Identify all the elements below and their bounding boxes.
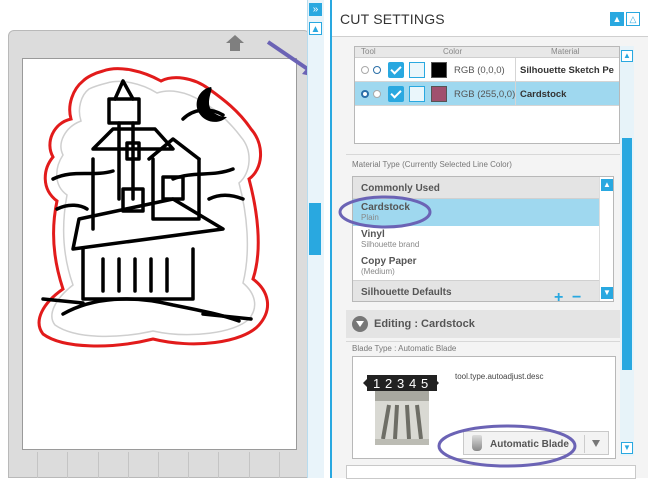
- media-page: [22, 58, 297, 450]
- list-item-vinyl[interactable]: Vinyl Silhouette brand: [353, 226, 613, 253]
- chevron-down-icon[interactable]: [592, 440, 600, 447]
- collapse-panel-icon[interactable]: »: [309, 3, 322, 16]
- chevron-down-icon[interactable]: [352, 316, 368, 332]
- group-commonly-used[interactable]: Commonly Used: [353, 177, 613, 199]
- line-color-table: Tool Color Material RGB (0,0,0) Silhouet…: [354, 46, 620, 144]
- panel-scrollbar[interactable]: ▲ ▼: [620, 46, 634, 456]
- col-material: Material: [551, 47, 580, 56]
- line-style-icon[interactable]: [409, 86, 425, 102]
- tool-radio-1[interactable]: [361, 66, 369, 74]
- col-color: Color: [443, 47, 463, 56]
- col-tool: Tool: [361, 47, 376, 56]
- table-header: Tool Color Material: [355, 47, 619, 58]
- material-list-scrollbar[interactable]: ▲ ▼: [599, 177, 613, 301]
- expand-icon[interactable]: ▲: [610, 12, 624, 26]
- workspace-scrollbar[interactable]: [309, 203, 321, 255]
- cut-settings-panel: CUT SETTINGS ▲ △ Tool Color Material RGB…: [330, 0, 648, 479]
- next-section: [346, 465, 636, 479]
- material-name: Cardstock: [520, 89, 567, 100]
- dial-number: 2: [385, 376, 392, 391]
- enable-checkbox[interactable]: [388, 62, 404, 78]
- color-swatch: [431, 62, 447, 78]
- panel-header: CUT SETTINGS ▲ △: [332, 0, 648, 37]
- scroll-down-icon[interactable]: ▼: [621, 442, 633, 454]
- haunted-house-design[interactable]: [23, 59, 298, 451]
- mat-ruler: [8, 452, 311, 478]
- blade-type-select[interactable]: Automatic Blade: [463, 431, 609, 455]
- blade-settings: 1 2 3 4 5 tool.type.autoadjust.desc Auto…: [352, 356, 616, 459]
- design-workspace[interactable]: [0, 0, 322, 478]
- blade-dial-icon: 1 2 3 4 5: [363, 375, 439, 445]
- home-icon[interactable]: [224, 33, 246, 53]
- rgb-value: RGB (0,0,0): [454, 65, 505, 76]
- blade-icon: [472, 435, 482, 451]
- blade-type-label: Blade Type : Automatic Blade: [352, 344, 457, 353]
- table-row[interactable]: RGB (0,0,0) Silhouette Sketch Pe: [355, 58, 619, 82]
- material-type-label: Material Type (Currently Selected Line C…: [352, 160, 512, 169]
- list-item-cardstock[interactable]: Cardstock Plain: [353, 199, 613, 226]
- tool-radio-2[interactable]: [373, 66, 381, 74]
- enable-checkbox[interactable]: [388, 86, 404, 102]
- list-item-copy-paper[interactable]: Copy Paper (Medium): [353, 253, 613, 280]
- scroll-up-icon[interactable]: ▲: [621, 50, 633, 62]
- scroll-thumb[interactable]: [622, 138, 632, 370]
- dial-number: 5: [421, 376, 428, 391]
- panel-title: CUT SETTINGS: [340, 11, 445, 27]
- dial-number: 1: [373, 376, 380, 391]
- line-style-icon[interactable]: [409, 62, 425, 78]
- dial-number: 4: [409, 376, 416, 391]
- editing-label: Editing : Cardstock: [374, 318, 475, 330]
- add-material-button[interactable]: +: [554, 289, 563, 307]
- dial-number: 3: [397, 376, 404, 391]
- rgb-value: RGB (255,0,0): [454, 89, 516, 100]
- scroll-up-icon[interactable]: ▲: [309, 22, 322, 35]
- tool-radio-1[interactable]: [361, 90, 369, 98]
- editing-header[interactable]: Editing : Cardstock: [346, 310, 620, 338]
- tool-radio-2[interactable]: [373, 90, 381, 98]
- scroll-up-icon[interactable]: ▲: [601, 179, 613, 191]
- collapse-icon[interactable]: △: [626, 12, 640, 26]
- material-name: Silhouette Sketch Pe: [520, 65, 614, 76]
- scroll-down-icon[interactable]: ▼: [601, 287, 613, 299]
- table-row-selected[interactable]: RGB (255,0,0) Cardstock: [355, 82, 619, 106]
- material-list: Commonly Used Cardstock Plain Vinyl Silh…: [352, 176, 614, 302]
- blade-select-value: Automatic Blade: [490, 439, 569, 450]
- blade-description: tool.type.autoadjust.desc: [455, 372, 544, 381]
- color-swatch: [431, 86, 447, 102]
- remove-material-button[interactable]: −: [572, 289, 581, 307]
